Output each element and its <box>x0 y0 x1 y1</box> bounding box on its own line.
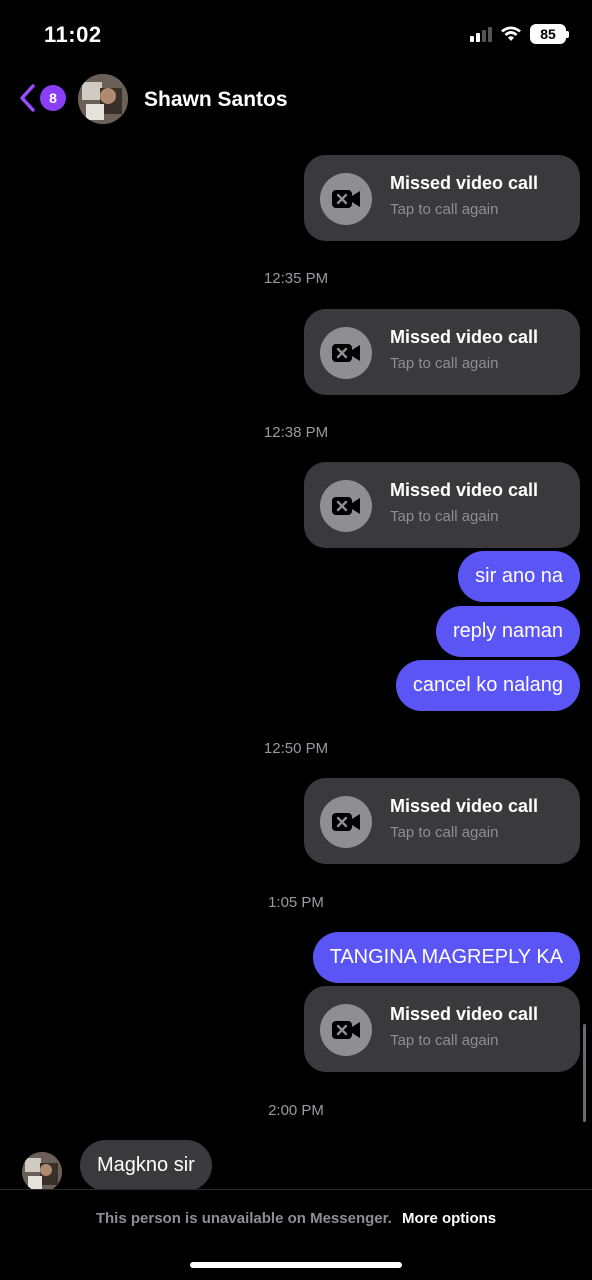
status-time: 11:02 <box>44 22 102 47</box>
chat-area[interactable]: Missed video call Tap to call again 12:3… <box>0 140 592 1192</box>
call-subtitle: Tap to call again <box>390 355 499 372</box>
call-title: Missed video call <box>390 327 539 347</box>
contact-avatar[interactable] <box>78 74 128 124</box>
call-subtitle: Tap to call again <box>390 508 499 525</box>
video-call-missed-icon <box>320 173 372 225</box>
call-subtitle: Tap to call again <box>390 201 499 218</box>
timestamp: 1:05 PM <box>268 894 324 911</box>
call-title: Missed video call <box>390 796 539 816</box>
missed-call-bubble[interactable]: Missed video call Tap to call again <box>304 986 580 1072</box>
missed-call-bubble[interactable]: Missed video call Tap to call again <box>304 778 580 864</box>
wifi-icon <box>501 26 521 41</box>
timestamp: 12:50 PM <box>263 740 329 757</box>
call-subtitle: Tap to call again <box>390 1032 499 1049</box>
footer: This person is unavailable on Messenger.… <box>0 1189 592 1280</box>
status-icons: 85 <box>470 24 569 44</box>
unread-badge: 8 <box>40 85 66 111</box>
contact-name[interactable]: Shawn Santos <box>144 88 288 112</box>
video-call-missed-icon <box>320 1004 372 1056</box>
chat-header: 8 Shawn Santos <box>0 72 592 128</box>
outgoing-message[interactable]: reply naman <box>435 606 580 657</box>
outgoing-message[interactable]: TANGINA MAGREPLY KA <box>312 932 580 983</box>
call-title: Missed video call <box>390 1004 539 1024</box>
call-subtitle: Tap to call again <box>390 824 499 841</box>
call-title: Missed video call <box>390 173 539 193</box>
battery-icon: 85 <box>530 24 569 44</box>
more-options-link[interactable]: More options <box>402 1210 496 1227</box>
video-call-missed-icon <box>320 480 372 532</box>
timestamp: 12:38 PM <box>263 424 329 441</box>
unavailable-notice: This person is unavailable on Messenger. <box>95 1210 392 1227</box>
footer-line: This person is unavailable on Messenger.… <box>0 1210 592 1227</box>
missed-call-bubble[interactable]: Missed video call Tap to call again <box>304 462 580 548</box>
missed-call-bubble[interactable]: Missed video call Tap to call again <box>304 155 580 241</box>
missed-call-bubble[interactable]: Missed video call Tap to call again <box>304 309 580 395</box>
timestamp: 2:00 PM <box>268 1102 324 1119</box>
video-call-missed-icon <box>320 327 372 379</box>
signal-icon <box>470 26 492 42</box>
call-title: Missed video call <box>390 480 539 500</box>
contact-avatar-small[interactable] <box>22 1152 62 1192</box>
outgoing-message[interactable]: cancel ko nalang <box>395 660 580 711</box>
outgoing-message[interactable]: sir ano na <box>458 551 580 602</box>
home-indicator[interactable] <box>190 1262 402 1268</box>
incoming-message[interactable]: Magkno sir <box>80 1140 212 1191</box>
back-chevron-icon <box>20 84 35 112</box>
status-bar: 11:02 85 <box>0 0 592 70</box>
timestamp: 12:35 PM <box>263 270 329 287</box>
scrollbar[interactable] <box>583 1024 586 1122</box>
back-button[interactable]: 8 <box>18 84 66 112</box>
video-call-missed-icon <box>320 796 372 848</box>
